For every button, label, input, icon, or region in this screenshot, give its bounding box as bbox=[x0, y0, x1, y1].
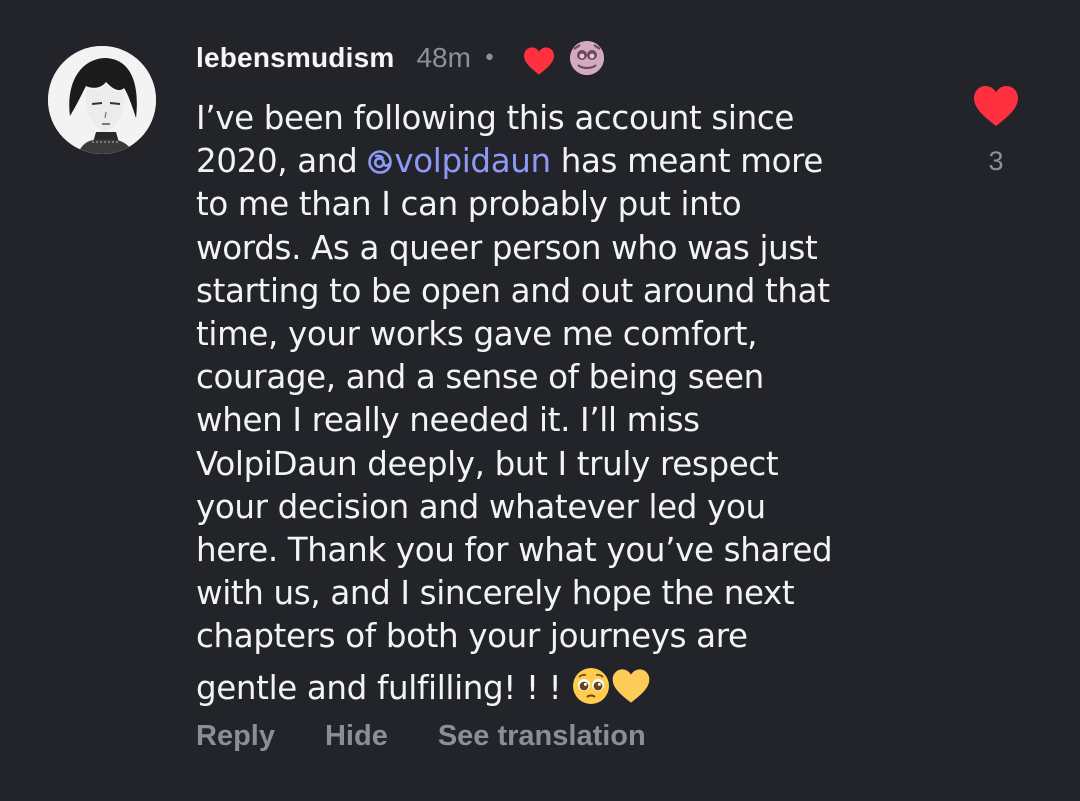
yellow-heart-emoji bbox=[611, 666, 651, 706]
comment-text: 2020, and bbox=[196, 142, 368, 181]
creator-avatar bbox=[569, 41, 604, 75]
comment-line: your decision and whatever led you bbox=[196, 487, 766, 526]
comment-line: words. As a queer person who was just bbox=[196, 228, 818, 267]
mention-link[interactable]: volpidaun bbox=[367, 142, 551, 181]
see-translation-button[interactable]: See translation bbox=[438, 720, 646, 753]
comment-text: has meant more bbox=[550, 142, 824, 181]
comment-line: 2020, and volpidaun has meant more bbox=[196, 140, 916, 183]
hide-button[interactable]: Hide bbox=[325, 720, 388, 753]
comment-line: to me than I can probably put into bbox=[196, 185, 742, 224]
user-avatar[interactable] bbox=[48, 46, 156, 154]
pleading-face-emoji bbox=[571, 666, 611, 706]
heart-icon bbox=[974, 86, 1018, 126]
username[interactable]: lebensmudism bbox=[196, 42, 394, 74]
heart-icon bbox=[522, 46, 556, 76]
comment-line: with us, and I sincerely hope the next bbox=[196, 574, 795, 613]
comment-text: gentle and fulfilling! ! ! bbox=[196, 668, 572, 707]
comment-line: I’ve been following this account since bbox=[196, 99, 795, 137]
comment-line: here. Thank you for what you’ve shared bbox=[196, 531, 833, 570]
reply-button[interactable]: Reply bbox=[196, 720, 275, 753]
timestamp: 48m bbox=[416, 42, 471, 73]
comment-line: time, your works gave me comfort, bbox=[196, 315, 758, 354]
like-count: 3 bbox=[988, 146, 1004, 176]
comment-line: starting to be open and out around that bbox=[196, 271, 830, 310]
comment-line: gentle and fulfilling! ! ! bbox=[196, 659, 916, 710]
like-button[interactable] bbox=[972, 84, 1020, 128]
separator-dot: • bbox=[482, 45, 496, 71]
comment-line: courage, and a sense of being seen bbox=[196, 358, 764, 397]
comment-line: VolpiDaun deeply, but I truly respect bbox=[196, 444, 779, 483]
comment-body: I’ve been following this account since 2… bbox=[196, 97, 916, 710]
comment-line: chapters of both your journeys are bbox=[196, 617, 748, 656]
comment-line: when I really needed it. I’ll miss bbox=[196, 401, 700, 440]
comment: lebensmudism 48m • I’ve been following t… bbox=[0, 0, 1080, 801]
avatar-illustration bbox=[48, 46, 156, 154]
comment-header: lebensmudism 48m • bbox=[196, 36, 604, 80]
comment-actions: Reply Hide See translation bbox=[196, 714, 646, 758]
threads-at-icon bbox=[367, 143, 393, 175]
mention-username: volpidaun bbox=[394, 142, 551, 181]
